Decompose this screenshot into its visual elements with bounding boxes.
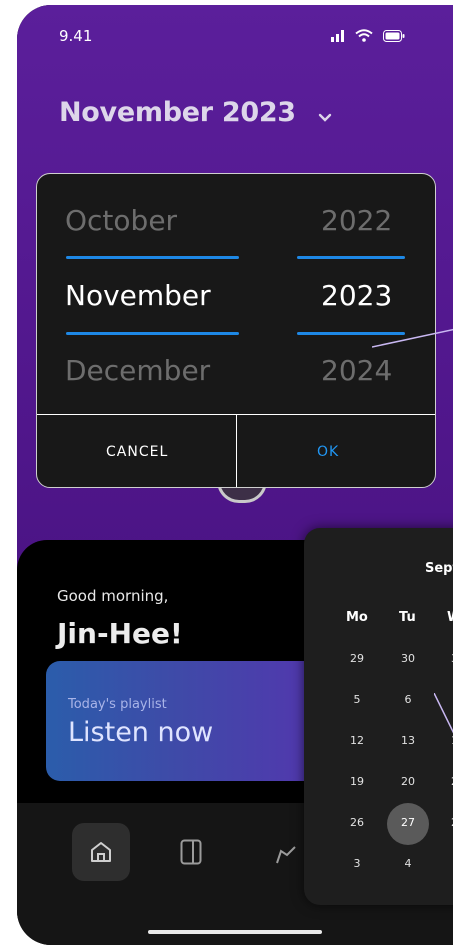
calendar-day[interactable]: 12 <box>337 734 377 747</box>
calendar-day[interactable]: 31 <box>438 652 453 665</box>
picker-year: 2023 <box>321 279 393 312</box>
calendar-day[interactable]: 5 <box>337 693 377 706</box>
annotation-pointer <box>372 328 453 348</box>
picker-year: 2022 <box>321 204 393 237</box>
trend-icon[interactable] <box>275 843 297 865</box>
picker-row-selected[interactable]: November 2023 <box>37 279 435 319</box>
greeting-text: Good morning, <box>57 587 169 605</box>
weekday-header: Mo <box>346 610 368 625</box>
home-icon <box>91 842 111 862</box>
calendar-day[interactable]: 3 <box>337 857 377 870</box>
user-name: Jin-Hee! <box>57 617 183 650</box>
status-icons <box>331 29 405 42</box>
picker-row-next[interactable]: December 2024 <box>37 354 435 394</box>
picker-year: 2024 <box>321 354 393 387</box>
selection-line-bottom <box>66 332 239 335</box>
calendar-day[interactable]: 28 <box>438 816 453 829</box>
phone-screen: 9.41 November 2023 Good morning, Jin-Hee… <box>17 5 453 945</box>
month-year-title[interactable]: November 2023 <box>59 97 296 128</box>
calendar-day[interactable]: 4 <box>388 857 428 870</box>
picker-row-previous[interactable]: October 2022 <box>37 204 435 244</box>
weekday-header: Tu <box>399 610 416 625</box>
annotation-pointer <box>434 693 453 734</box>
selection-line-top <box>297 256 405 259</box>
status-time: 9.41 <box>59 27 93 45</box>
signal-icon <box>331 29 344 42</box>
divider <box>236 415 237 487</box>
nav-home-button[interactable] <box>72 823 130 881</box>
calendar-day[interactable]: 30 <box>388 652 428 665</box>
chevron-down-icon[interactable] <box>318 113 332 123</box>
playlist-caption: Today's playlist <box>68 697 167 712</box>
listen-now-link[interactable]: Listen now <box>68 717 213 748</box>
battery-icon <box>383 29 405 42</box>
calendar-day-selected[interactable]: 27 <box>388 816 428 829</box>
weekday-header: We <box>447 610 453 625</box>
calendar-day[interactable]: 29 <box>337 652 377 665</box>
calendar-day[interactable]: 6 <box>388 693 428 706</box>
selection-line-top <box>66 256 239 259</box>
home-indicator <box>148 930 322 934</box>
calendar-day[interactable]: 13 <box>388 734 428 747</box>
book-icon[interactable] <box>180 839 202 865</box>
calendar-day[interactable]: 21 <box>438 775 453 788</box>
wifi-icon <box>355 29 373 42</box>
calendar-day[interactable]: 5 <box>438 857 453 870</box>
calendar-day[interactable]: 26 <box>337 816 377 829</box>
cancel-button[interactable]: CANCEL <box>106 444 168 460</box>
calendar-day[interactable]: 19 <box>337 775 377 788</box>
calendar-day[interactable]: 20 <box>388 775 428 788</box>
calendar-panel: Sept Mo Tu We 29 30 31 5 6 7 12 13 14 19… <box>304 528 453 905</box>
picker-month: October <box>65 204 178 237</box>
picker-month: December <box>65 354 211 387</box>
ok-button[interactable]: OK <box>317 444 339 460</box>
picker-month: November <box>65 279 211 312</box>
calendar-month-label[interactable]: Sept <box>425 561 453 576</box>
